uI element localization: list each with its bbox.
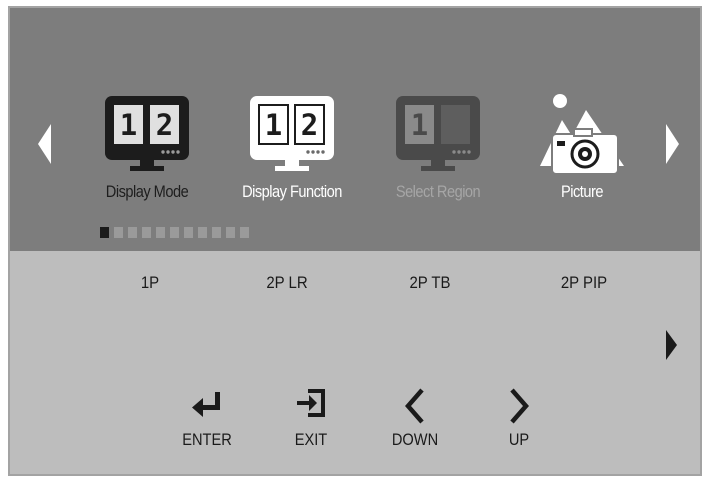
menu-item-display-function[interactable]: 1 2 Display Function (217, 94, 367, 214)
exit-icon (297, 389, 325, 417)
up-label: UP (508, 430, 530, 449)
menu-item-display-mode[interactable]: 1 2 Display Mode (72, 94, 222, 214)
dual-monitor-dark-icon: 1 2 (105, 96, 189, 171)
page-dot (226, 227, 235, 238)
down-label: DOWN (391, 430, 439, 449)
option-2p-tb[interactable]: 2P TB (377, 273, 483, 293)
page-dot (128, 227, 137, 238)
menu-left-arrow-icon[interactable] (38, 124, 52, 169)
enter-label: ENTER (182, 430, 232, 449)
exit-label: EXIT (294, 430, 328, 449)
page-dot (142, 227, 151, 238)
menu-item-label: Display Function (242, 182, 342, 201)
menu-item-label: Display Mode (105, 182, 189, 201)
up-button[interactable]: UP (474, 386, 564, 456)
single-region-monitor-icon: 1 (396, 96, 480, 171)
svg-text:1: 1 (411, 108, 428, 142)
page-dot (156, 227, 165, 238)
option-2p-pip[interactable]: 2P PIP (531, 273, 637, 293)
page-dot (212, 227, 221, 238)
down-button[interactable]: DOWN (370, 386, 460, 456)
picture-mountain-camera-icon (540, 94, 624, 175)
menu-item-picture[interactable]: Picture (507, 92, 657, 212)
menu-item-select-region[interactable]: 1 Select Region (363, 94, 513, 214)
dual-monitor-white-icon: 1 2 (250, 96, 334, 171)
menu-item-label: Select Region (395, 182, 481, 201)
menu-item-label: Picture (561, 182, 603, 201)
enter-button[interactable]: ENTER (162, 386, 252, 456)
page-dot (198, 227, 207, 238)
page-dot-active (100, 227, 109, 238)
options-next-arrow-icon[interactable] (666, 330, 677, 365)
enter-icon (192, 392, 220, 417)
svg-text:2: 2 (156, 108, 173, 142)
exit-button[interactable]: EXIT (266, 386, 356, 456)
svg-text:1: 1 (265, 108, 282, 142)
chevron-right-icon (510, 388, 529, 424)
page-dot (114, 227, 123, 238)
page-dot (170, 227, 179, 238)
osd-menu-frame: 1 2 Display Mode 1 2 Display Function 1 (8, 6, 702, 476)
page-dot (240, 227, 249, 238)
option-1p[interactable]: 1P (97, 273, 203, 293)
svg-text:2: 2 (301, 108, 318, 142)
menu-right-arrow-icon[interactable] (665, 124, 679, 169)
page-dot (184, 227, 193, 238)
svg-text:1: 1 (120, 108, 137, 142)
option-2p-lr[interactable]: 2P LR (234, 273, 340, 293)
chevron-left-icon (405, 388, 424, 424)
